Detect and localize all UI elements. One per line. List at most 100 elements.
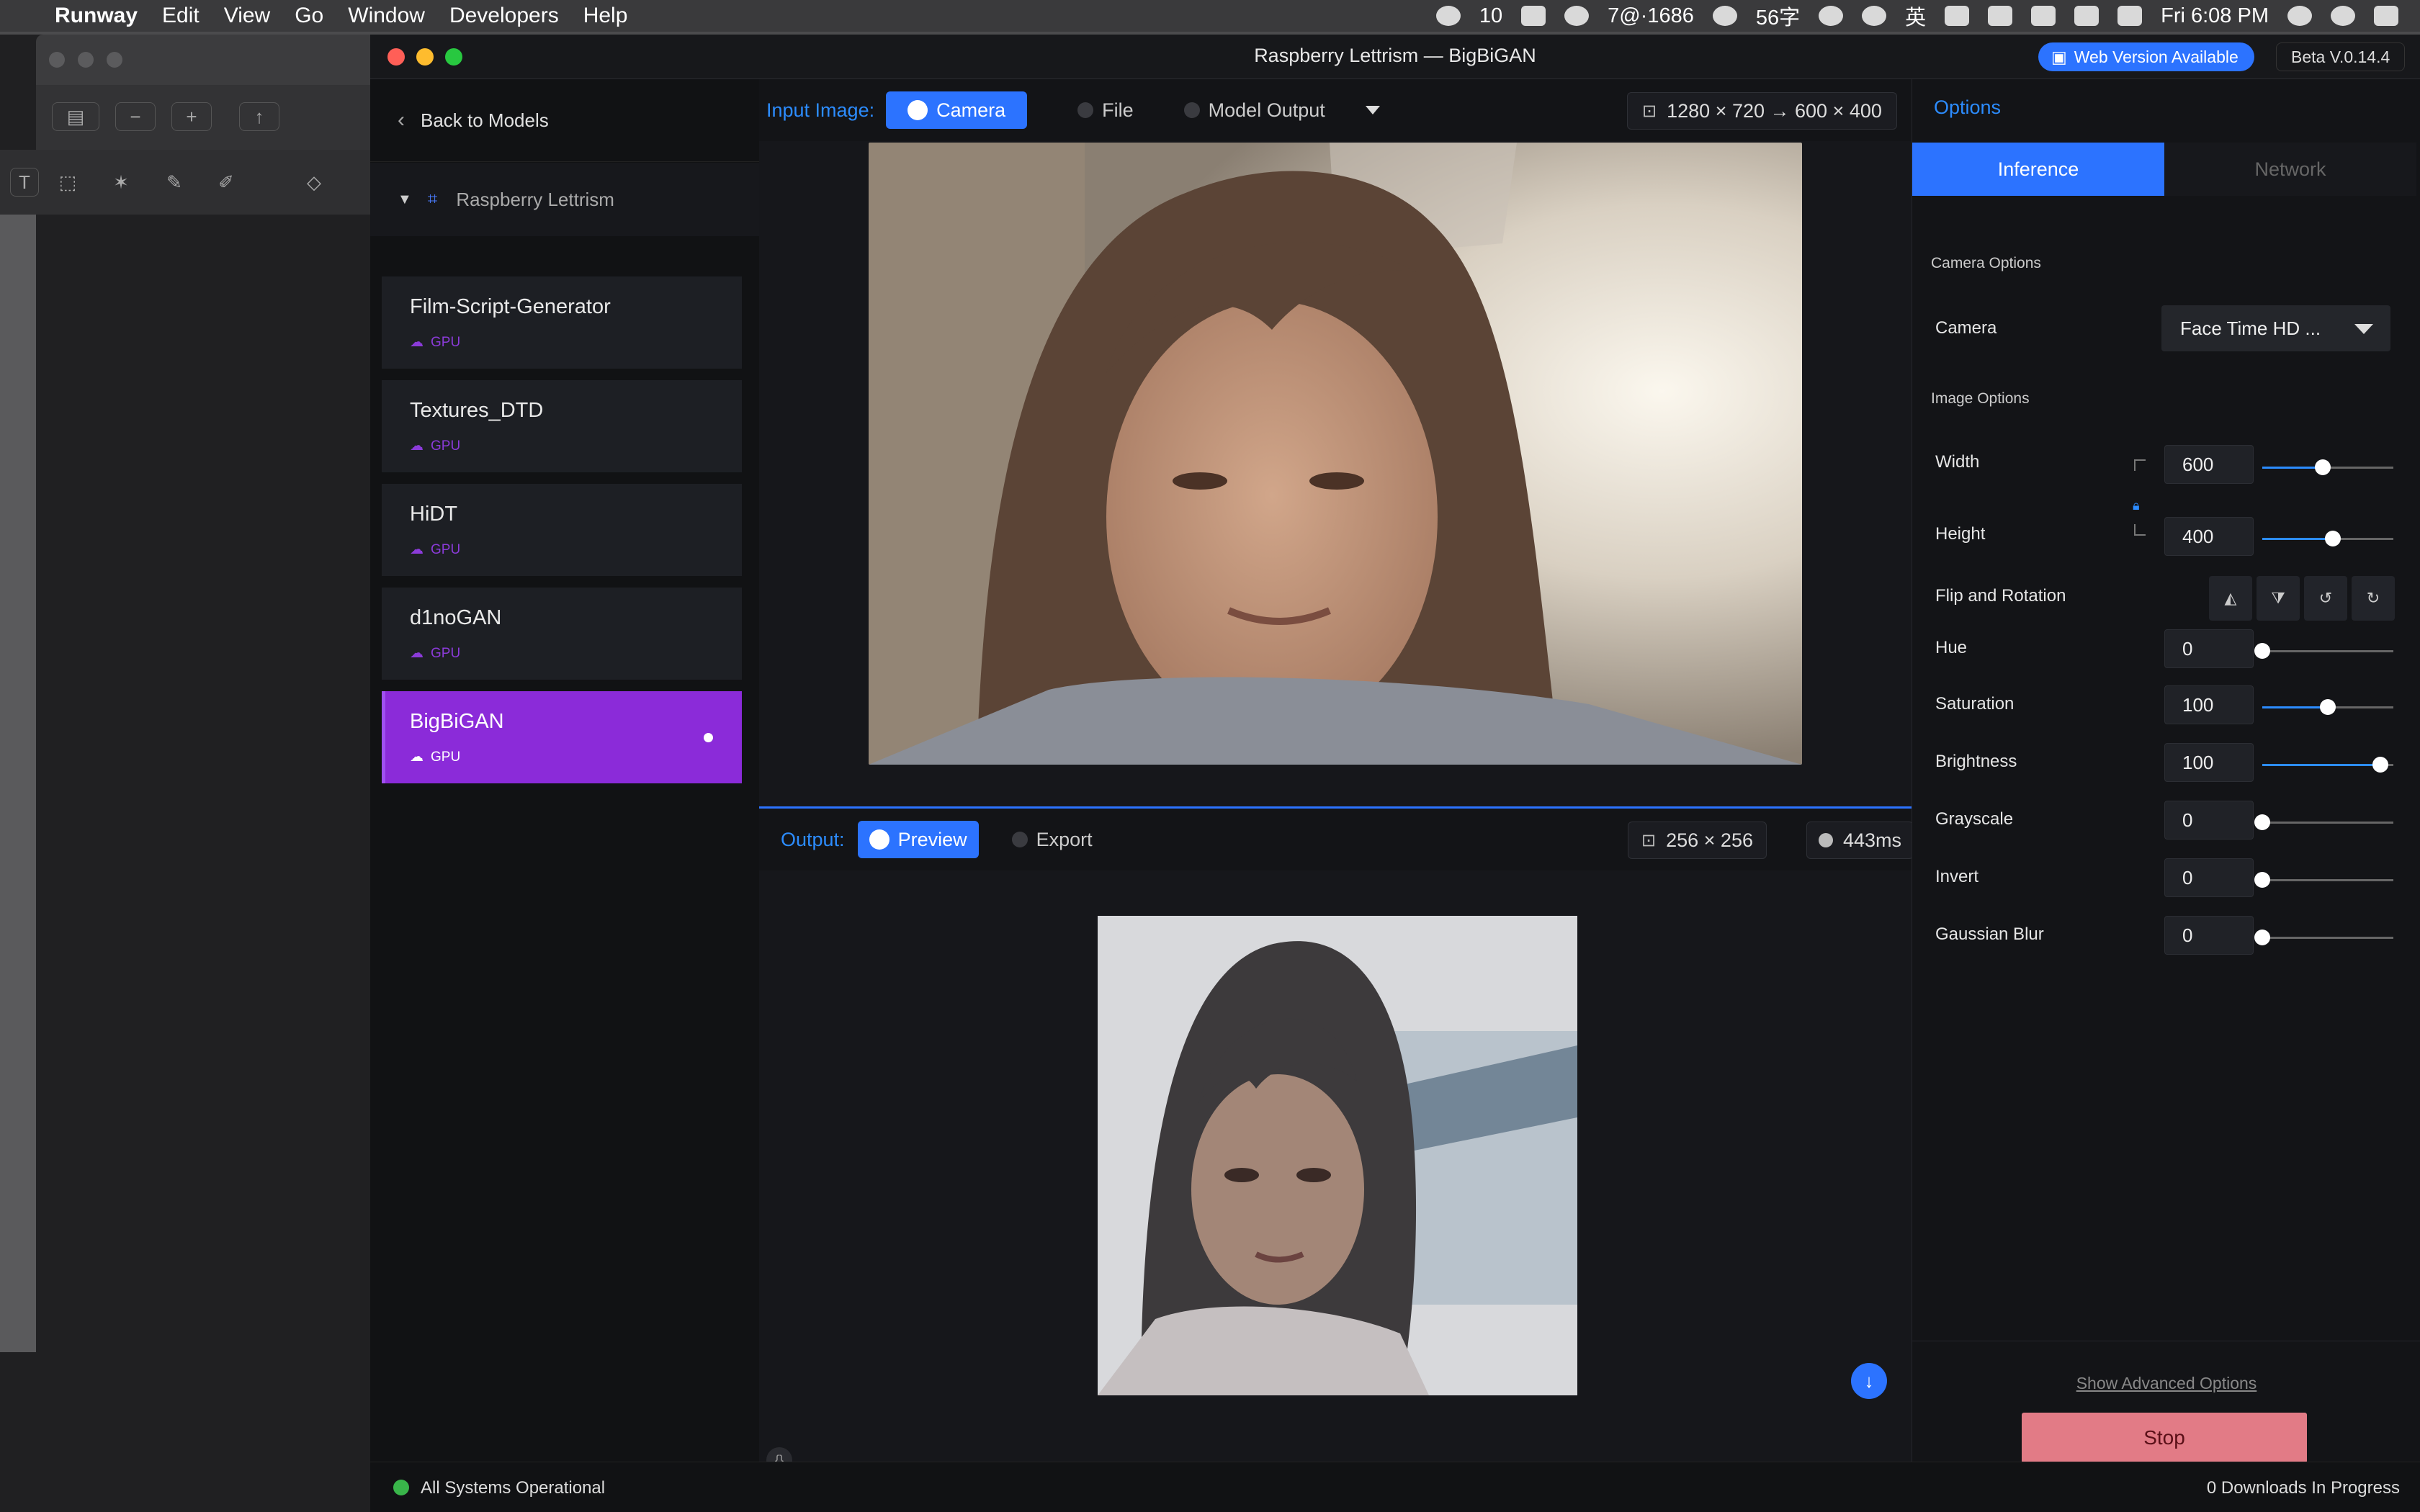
cloud-icon: ☁: [410, 646, 424, 661]
width-slider[interactable]: [2262, 459, 2393, 475]
grayscale-slider[interactable]: [2254, 814, 2393, 830]
tab-network[interactable]: Network: [2164, 143, 2416, 196]
flip-horizontal-icon[interactable]: ◭: [2209, 576, 2252, 621]
hue-input[interactable]: 0: [2164, 629, 2254, 668]
volume-icon[interactable]: [2074, 6, 2099, 26]
text-tool-icon[interactable]: T: [10, 168, 39, 197]
slider-knob[interactable]: [2254, 872, 2270, 888]
menu-edit[interactable]: Edit: [162, 4, 200, 28]
saturation-input[interactable]: 100: [2164, 685, 2254, 724]
show-advanced-options-link[interactable]: Show Advanced Options: [1912, 1374, 2420, 1393]
ime-text[interactable]: 56字: [1756, 1, 1800, 31]
latency-value: 443ms: [1843, 829, 1902, 851]
model-item-hidt[interactable]: HiDT ☁ GPU: [382, 484, 742, 576]
file-source-button[interactable]: File: [1056, 91, 1155, 129]
stop-button[interactable]: Stop: [2022, 1413, 2307, 1463]
emoji-icon[interactable]: [1819, 6, 1844, 26]
draw-tool-icon[interactable]: ✐: [206, 168, 246, 197]
zoom-in-icon[interactable]: +: [171, 102, 212, 131]
bg-minimize-icon[interactable]: [78, 52, 94, 68]
download-icon[interactable]: ↓: [1851, 1363, 1887, 1399]
height-slider[interactable]: [2262, 531, 2393, 546]
file-source-label: File: [1102, 99, 1134, 121]
airplay-icon[interactable]: [1945, 6, 1970, 26]
downloads-status[interactable]: 0 Downloads In Progress: [2207, 1478, 2400, 1498]
width-input[interactable]: 600: [2164, 445, 2254, 484]
camera-source-button[interactable]: Camera: [886, 91, 1028, 129]
model-name: d1noGAN: [410, 606, 502, 629]
saturation-slider[interactable]: [2262, 699, 2393, 715]
model-item-film-script-generator[interactable]: Film-Script-Generator ☁ GPU: [382, 276, 742, 369]
signal-text[interactable]: 7@·1686: [1608, 4, 1694, 28]
gaussian-blur-slider[interactable]: [2254, 930, 2393, 945]
s-app-icon[interactable]: [2031, 6, 2056, 26]
input-lang[interactable]: 英: [1905, 1, 1926, 31]
back-to-models-link[interactable]: ‹ Back to Models: [398, 108, 549, 132]
project-header[interactable]: ▼ ⌗ Raspberry Lettrism: [370, 163, 759, 236]
slider-knob[interactable]: [2254, 930, 2270, 945]
gaussian-blur-input[interactable]: 0: [2164, 916, 2254, 955]
rotate-left-icon[interactable]: ↺: [2304, 576, 2347, 621]
menu-help[interactable]: Help: [583, 4, 628, 28]
model-item-d1nogan[interactable]: d1noGAN ☁ GPU: [382, 588, 742, 680]
wechat-icon[interactable]: [1435, 6, 1461, 26]
slider-knob[interactable]: [2254, 814, 2270, 830]
selection-tool-icon[interactable]: ⬚: [48, 168, 88, 197]
menu-app-name[interactable]: Runway: [55, 4, 138, 28]
shapes-tool-icon[interactable]: ◇: [294, 168, 334, 197]
grayscale-input[interactable]: 0: [2164, 801, 2254, 840]
slider-knob[interactable]: [2320, 699, 2336, 715]
slider-knob[interactable]: [2254, 643, 2270, 659]
microphone-icon[interactable]: [1862, 6, 1887, 26]
menu-bar: Runway Edit View Go Window Developers He…: [0, 0, 2420, 32]
hue-slider[interactable]: [2254, 643, 2393, 659]
invert-input[interactable]: 0: [2164, 858, 2254, 897]
sidebar-toggle-icon[interactable]: ▤: [52, 102, 99, 131]
export-button[interactable]: Export: [990, 821, 1114, 858]
runway-window: Raspberry Lettrism — BigBiGAN ▣ Web Vers…: [370, 35, 2420, 1512]
slider-knob[interactable]: [2314, 459, 2331, 475]
preview-button[interactable]: Preview: [857, 821, 979, 858]
notification-center-icon[interactable]: [2374, 6, 2398, 26]
systems-status[interactable]: All Systems Operational: [421, 1478, 605, 1498]
flip-vertical-icon[interactable]: ⧩: [2257, 576, 2300, 621]
web-version-button[interactable]: ▣ Web Version Available: [2038, 42, 2254, 71]
brightness-input[interactable]: 100: [2164, 743, 2254, 782]
zoom-out-icon[interactable]: −: [115, 102, 156, 131]
spotlight-icon[interactable]: [2287, 6, 2312, 26]
dropbox-icon[interactable]: [1521, 6, 1546, 26]
workspace-icon: ⌗: [427, 189, 438, 209]
preview-label: Preview: [897, 828, 967, 850]
battery-icon[interactable]: [2118, 6, 2143, 26]
share-icon[interactable]: ↑: [239, 102, 279, 131]
model-item-textures-dtd[interactable]: Textures_DTD ☁ GPU: [382, 380, 742, 472]
menu-developers[interactable]: Developers: [449, 4, 559, 28]
bg-zoom-icon[interactable]: [107, 52, 122, 68]
clock[interactable]: Fri 6:08 PM: [2161, 4, 2269, 28]
siri-icon[interactable]: [2331, 6, 2355, 26]
creative-cloud-icon[interactable]: [1564, 6, 1590, 26]
clock-icon: [1819, 833, 1833, 847]
model-output-source-button[interactable]: Model Output: [1162, 91, 1402, 129]
menu-window[interactable]: Window: [348, 4, 425, 28]
magic-wand-icon[interactable]: ✶: [101, 168, 141, 197]
tab-inference[interactable]: Inference: [1912, 143, 2164, 196]
slider-knob[interactable]: [2325, 531, 2341, 546]
menu-view[interactable]: View: [224, 4, 270, 28]
sketch-tool-icon[interactable]: ✎: [154, 168, 194, 197]
invert-slider[interactable]: [2254, 872, 2393, 888]
slider-knob[interactable]: [2372, 757, 2388, 773]
model-output-label: Model Output: [1208, 99, 1325, 121]
rotate-right-icon[interactable]: ↻: [2352, 576, 2395, 621]
bg-close-icon[interactable]: [49, 52, 65, 68]
globe-icon[interactable]: [1712, 6, 1737, 26]
menu-go[interactable]: Go: [295, 4, 323, 28]
brightness-slider[interactable]: [2262, 757, 2393, 773]
input-bar: Input Image: Camera File Model Output ⊡ …: [759, 79, 1912, 141]
height-input[interactable]: 400: [2164, 517, 2254, 556]
input-resolution: 1280 × 720 → 600 × 400: [1667, 99, 1882, 122]
camera-select[interactable]: Face Time HD ...: [2161, 305, 2390, 351]
model-item-bigbigan[interactable]: BigBiGAN ☁ GPU: [382, 691, 742, 783]
lock-icon[interactable]: 🔒︎: [2133, 498, 2140, 513]
wifi-icon[interactable]: [1988, 6, 2013, 26]
